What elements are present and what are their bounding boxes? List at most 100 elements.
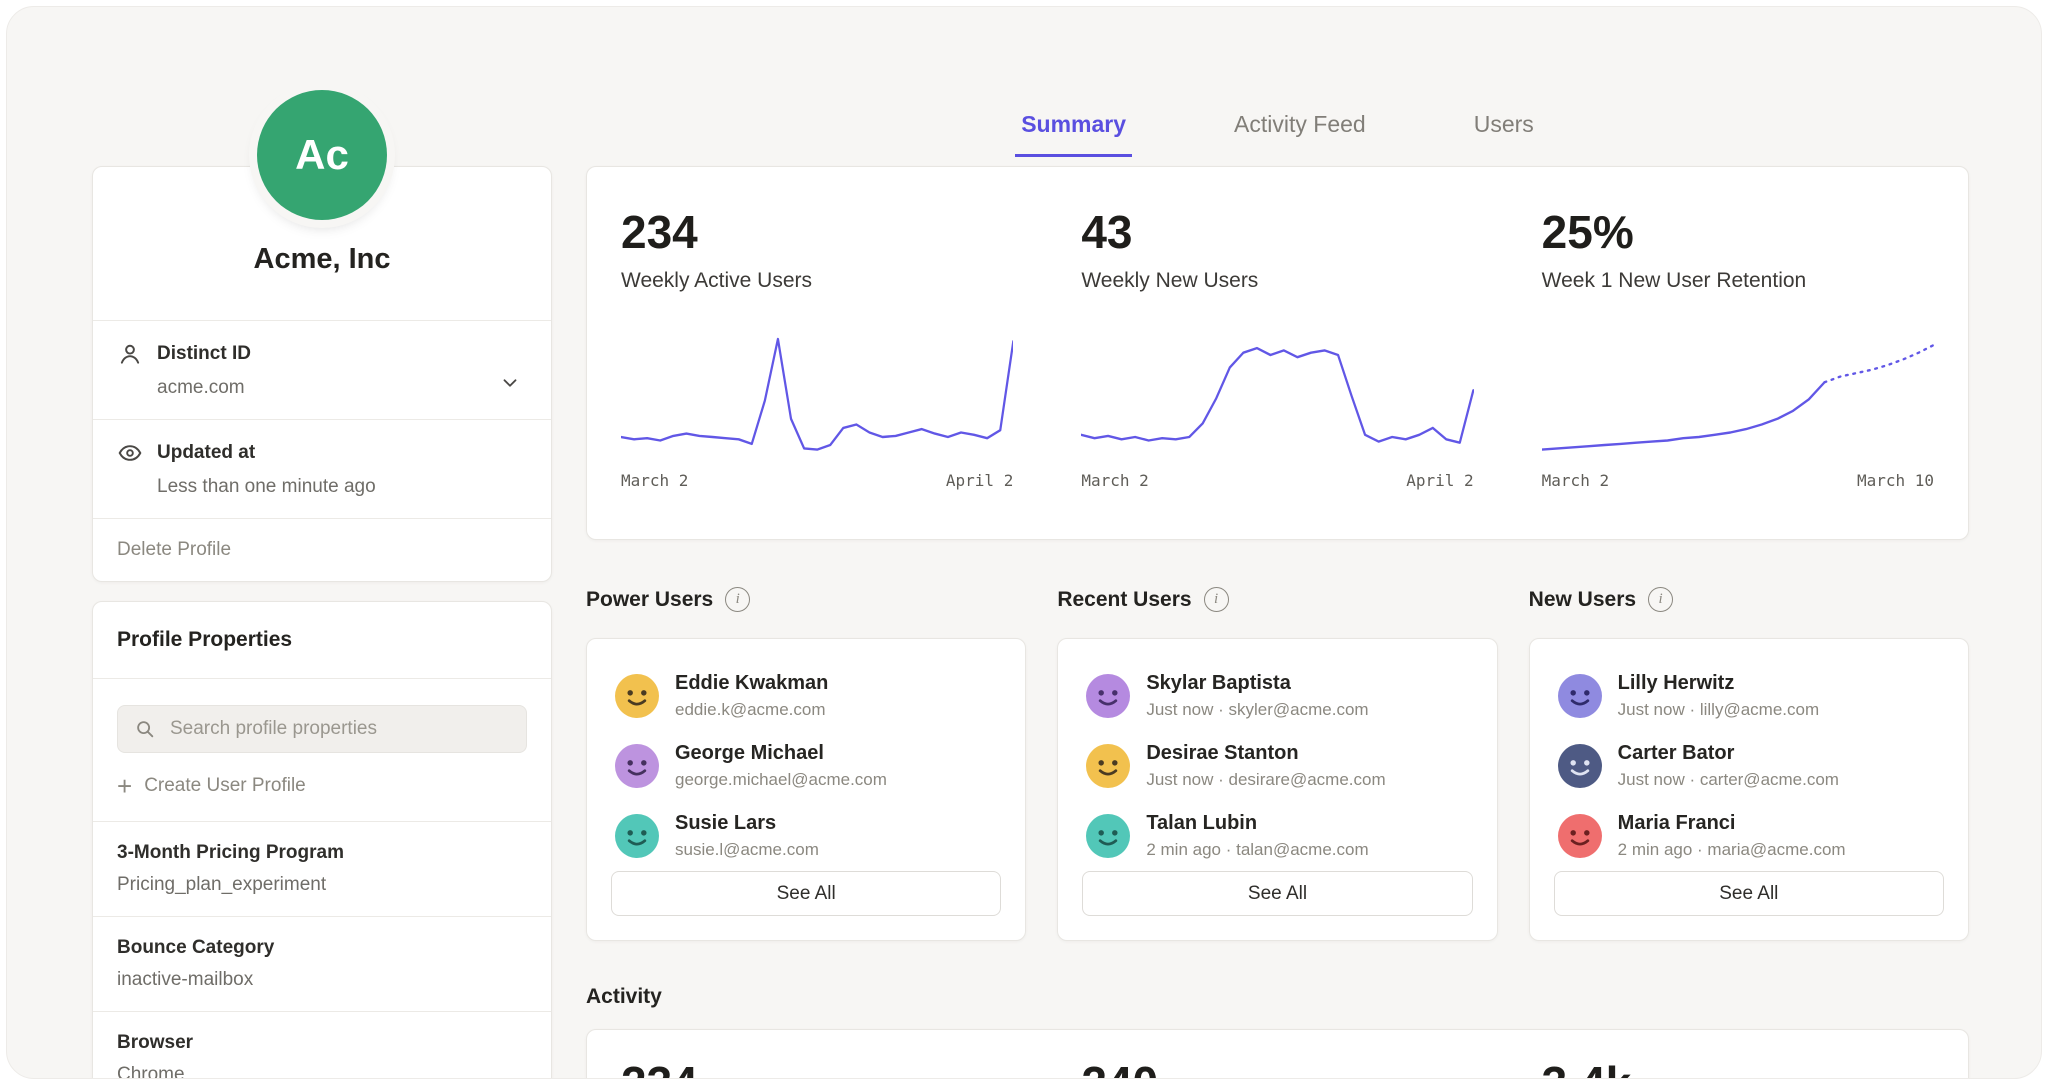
delete-profile-button[interactable]: Delete Profile xyxy=(93,518,551,581)
metric-weekly-active-users: 234 Weekly Active Users March 2 April 2 xyxy=(587,209,1047,507)
activity-stat: 234 xyxy=(587,1060,1047,1079)
distinct-id-label: Distinct ID xyxy=(157,343,493,365)
property-value: Pricing_plan_experiment xyxy=(117,874,527,896)
property-label: Browser xyxy=(117,1032,527,1054)
user-meta: Just now · lilly@acme.com xyxy=(1618,700,1819,720)
tab-users[interactable]: Users xyxy=(1468,111,1540,157)
user-name: Desirae Stanton xyxy=(1146,742,1385,765)
axis-start-label: March 2 xyxy=(1081,471,1148,490)
create-user-profile-button[interactable]: + Create User Profile xyxy=(117,775,527,797)
updated-at-row: Updated at Less than one minute ago xyxy=(93,419,551,518)
avatar xyxy=(1086,674,1130,718)
activity-stat: 3.4k xyxy=(1508,1060,1968,1079)
user-row[interactable]: Carter Bator Just now · carter@acme.com xyxy=(1554,731,1944,801)
property-row: Bounce Category inactive-mailbox xyxy=(93,916,551,1011)
avatar xyxy=(615,744,659,788)
info-icon[interactable]: i xyxy=(1648,587,1673,612)
user-meta: susie.l@acme.com xyxy=(675,840,819,860)
user-row[interactable]: Lilly Herwitz Just now · lilly@acme.com xyxy=(1554,661,1944,731)
user-name: Lilly Herwitz xyxy=(1618,672,1819,695)
updated-at-value: Less than one minute ago xyxy=(157,476,493,498)
person-icon xyxy=(117,341,157,367)
list-title-label: Power Users xyxy=(586,588,713,612)
distinct-id-value: acme.com xyxy=(157,377,493,399)
tab-summary[interactable]: Summary xyxy=(1015,111,1132,157)
create-user-profile-label: Create User Profile xyxy=(144,775,306,797)
chart-axis-labels: March 2 April 2 xyxy=(621,471,1013,490)
user-name: Carter Bator xyxy=(1618,742,1839,765)
info-icon[interactable]: i xyxy=(1204,587,1229,612)
app-frame: Ac Acme, Inc Distinct ID acme.com xyxy=(6,6,2042,1079)
user-meta: 2 min ago · talan@acme.com xyxy=(1146,840,1368,860)
user-row[interactable]: Susie Lars susie.l@acme.com xyxy=(611,801,1001,871)
user-meta: eddie.k@acme.com xyxy=(675,700,828,720)
axis-end-label: April 2 xyxy=(946,471,1013,490)
property-label: 3-Month Pricing Program xyxy=(117,842,527,864)
property-row: Browser Chrome xyxy=(93,1011,551,1079)
summary-metrics-card: 234 Weekly Active Users March 2 April 2 … xyxy=(586,166,1969,540)
axis-start-label: March 2 xyxy=(1542,471,1609,490)
sparkline-chart xyxy=(621,329,1013,459)
search-icon xyxy=(134,718,156,740)
recent-users-card: Skylar Baptista Just now · skyler@acme.c… xyxy=(1057,638,1497,941)
see-all-button[interactable]: See All xyxy=(1082,871,1472,916)
property-value: inactive-mailbox xyxy=(117,969,527,991)
avatar xyxy=(615,814,659,858)
user-row[interactable]: Eddie Kwakman eddie.k@acme.com xyxy=(611,661,1001,731)
avatar xyxy=(1086,814,1130,858)
property-value: Chrome xyxy=(117,1064,527,1079)
recent-users-title: Recent Users i xyxy=(1057,587,1497,612)
see-all-button[interactable]: See All xyxy=(1554,871,1944,916)
tab-activity-feed[interactable]: Activity Feed xyxy=(1228,111,1372,157)
chart-axis-labels: March 2 March 10 xyxy=(1542,471,1934,490)
profile-properties-title: Profile Properties xyxy=(93,602,551,679)
updated-at-label: Updated at xyxy=(157,442,493,464)
profile-properties-card: Profile Properties + Create User Profile… xyxy=(92,601,552,1079)
search-input[interactable] xyxy=(168,717,510,741)
axis-start-label: March 2 xyxy=(621,471,688,490)
plus-icon: + xyxy=(117,776,132,796)
sparkline-chart xyxy=(1542,329,1934,459)
see-all-button[interactable]: See All xyxy=(611,871,1001,916)
avatar xyxy=(1086,744,1130,788)
user-name: Eddie Kwakman xyxy=(675,672,828,695)
metric-weekly-new-users: 43 Weekly New Users March 2 April 2 xyxy=(1047,209,1507,507)
metric-label: Weekly Active Users xyxy=(621,269,1013,293)
axis-end-label: April 2 xyxy=(1406,471,1473,490)
user-meta: Just now · desirare@acme.com xyxy=(1146,770,1385,790)
user-name: George Michael xyxy=(675,742,887,765)
property-row: 3-Month Pricing Program Pricing_plan_exp… xyxy=(93,821,551,916)
avatar xyxy=(615,674,659,718)
axis-end-label: March 10 xyxy=(1857,471,1934,490)
tab-bar: Summary Activity Feed Users xyxy=(586,111,1969,157)
list-title-label: New Users xyxy=(1529,588,1636,612)
metric-value: 234 xyxy=(621,209,1013,255)
user-row[interactable]: Talan Lubin 2 min ago · talan@acme.com xyxy=(1082,801,1472,871)
identity-card: Acme, Inc Distinct ID acme.com xyxy=(92,166,552,582)
chevron-down-icon[interactable] xyxy=(493,372,527,394)
user-row[interactable]: Skylar Baptista Just now · skyler@acme.c… xyxy=(1082,661,1472,731)
user-meta: Just now · skyler@acme.com xyxy=(1146,700,1368,720)
metric-label: Week 1 New User Retention xyxy=(1542,269,1934,293)
info-icon[interactable]: i xyxy=(725,587,750,612)
avatar xyxy=(1558,814,1602,858)
user-lists-header: Power Users i Recent Users i New Users i xyxy=(586,587,1969,612)
user-meta: Just now · carter@acme.com xyxy=(1618,770,1839,790)
user-row[interactable]: Maria Franci 2 min ago · maria@acme.com xyxy=(1554,801,1944,871)
distinct-id-row[interactable]: Distinct ID acme.com xyxy=(93,320,551,419)
activity-stat: 240 xyxy=(1047,1060,1507,1079)
property-label: Bounce Category xyxy=(117,937,527,959)
metric-week1-retention: 25% Week 1 New User Retention March 2 Ma… xyxy=(1508,209,1968,507)
sparkline-chart xyxy=(1081,329,1473,459)
list-title-label: Recent Users xyxy=(1057,588,1191,612)
power-users-card: Eddie Kwakman eddie.k@acme.com George Mi… xyxy=(586,638,1026,941)
power-users-title: Power Users i xyxy=(586,587,1026,612)
metric-value: 43 xyxy=(1081,209,1473,255)
user-name: Maria Franci xyxy=(1618,812,1846,835)
profile-properties-search[interactable] xyxy=(117,705,527,753)
user-row[interactable]: Desirae Stanton Just now · desirare@acme… xyxy=(1082,731,1472,801)
user-row[interactable]: George Michael george.michael@acme.com xyxy=(611,731,1001,801)
eye-icon xyxy=(117,440,157,466)
user-meta: 2 min ago · maria@acme.com xyxy=(1618,840,1846,860)
activity-section-title: Activity xyxy=(586,985,662,1009)
